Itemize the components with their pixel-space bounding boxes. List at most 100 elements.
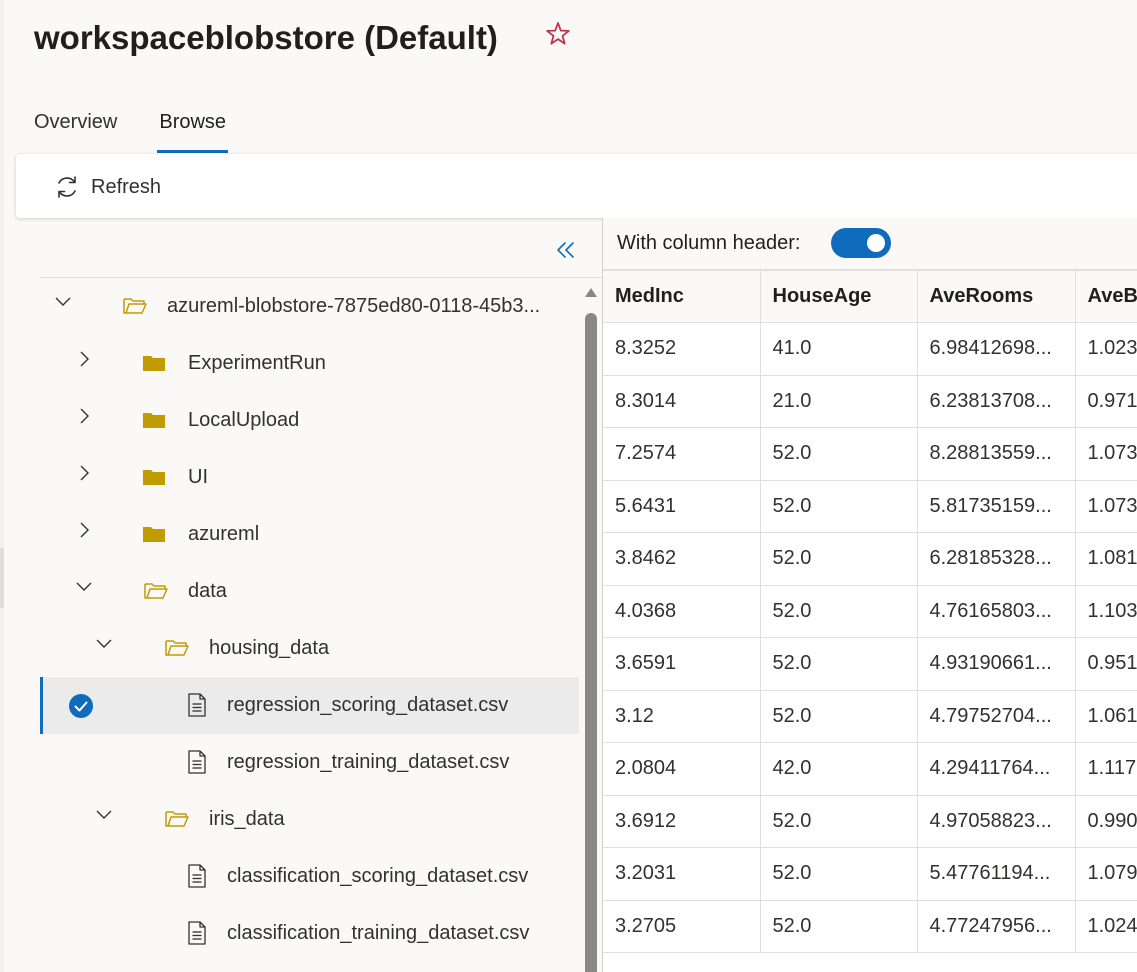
tree-item-housing-data[interactable]: housing_data	[40, 620, 579, 677]
table-row[interactable]: 7.2574 52.0 8.28813559... 1.073	[603, 427, 1137, 481]
tree-item-ui[interactable]: UI	[40, 449, 579, 506]
checkmark-circle-icon[interactable]	[68, 693, 94, 719]
table-cell: 0.990	[1074, 794, 1137, 848]
folder-open-icon	[165, 811, 189, 827]
tree-item-regression-scoring[interactable]: regression_scoring_dataset.csv	[40, 677, 579, 734]
table-cell: 5.6431	[603, 479, 761, 533]
tree-item-regression-training[interactable]: regression_training_dataset.csv	[40, 734, 579, 791]
table-row[interactable]: 8.3014 21.0 6.23813708... 0.971	[603, 374, 1137, 428]
file-icon	[188, 750, 206, 774]
table-row[interactable]: 2.0804 42.0 4.29411764... 1.117	[603, 742, 1137, 796]
folder-open-icon	[123, 298, 147, 314]
tab-bar: Overview Browse	[34, 106, 228, 154]
tree-item-label: UI	[188, 466, 208, 488]
table-cell: 8.28813559...	[916, 427, 1076, 481]
chevron-right-icon[interactable]	[74, 520, 94, 540]
file-icon	[188, 921, 206, 945]
column-header[interactable]: AveBedrms	[1074, 270, 1137, 323]
tree-item-root[interactable]: azureml-blobstore-7875ed80-0118-45b3...	[40, 278, 579, 335]
refresh-button[interactable]: Refresh	[54, 172, 161, 202]
table-cell: 1.061	[1074, 689, 1137, 743]
column-header[interactable]: AveRooms	[916, 270, 1076, 323]
table-row[interactable]: 5.6431 52.0 5.81735159... 1.073	[603, 479, 1137, 533]
tree-item-experimentrun[interactable]: ExperimentRun	[40, 335, 579, 392]
chevron-right-icon[interactable]	[74, 349, 94, 369]
folder-icon	[143, 527, 165, 542]
table-cell: 52.0	[759, 689, 918, 743]
scroll-up-arrow-icon[interactable]	[585, 288, 597, 297]
table-cell: 1.073	[1074, 427, 1137, 481]
table-cell: 5.47761194...	[916, 847, 1076, 901]
tree-item-classification-scoring[interactable]: classification_scoring_dataset.csv	[40, 848, 579, 905]
table-row[interactable]: 3.6591 52.0 4.93190661... 0.951	[603, 637, 1137, 691]
table-cell: 1.023	[1074, 322, 1137, 376]
collapse-pane-icon[interactable]	[554, 238, 578, 262]
scrollbar-thumb[interactable]	[585, 313, 597, 972]
chevron-down-icon[interactable]	[53, 292, 73, 312]
table-cell: 21.0	[759, 374, 918, 428]
table-cell: 1.079	[1074, 847, 1137, 901]
tree-item-classification-training[interactable]: classification_training_dataset.csv	[40, 905, 579, 962]
table-cell: 4.79752704...	[916, 689, 1076, 743]
table-cell: 52.0	[759, 584, 918, 638]
tree-item-localupload[interactable]: LocalUpload	[40, 392, 579, 449]
table-row[interactable]: 3.2031 52.0 5.47761194... 1.079	[603, 847, 1137, 901]
chevron-down-icon[interactable]	[94, 805, 114, 825]
folder-icon	[143, 413, 165, 428]
table-row[interactable]: 3.12 52.0 4.79752704... 1.061	[603, 689, 1137, 743]
chevron-right-icon[interactable]	[74, 463, 94, 483]
table-row[interactable]: 4.0368 52.0 4.76165803... 1.103	[603, 584, 1137, 638]
column-header-toggle-label: With column header:	[617, 232, 801, 254]
tree-item-label: azureml	[188, 523, 260, 545]
tree-scrollbar[interactable]	[583, 288, 599, 972]
table-row[interactable]: 3.6912 52.0 4.97058823... 0.990	[603, 794, 1137, 848]
tree-item-label: iris_data	[209, 808, 285, 830]
table-row[interactable]: 3.2705 52.0 4.77247956... 1.024	[603, 899, 1137, 953]
table-cell: 0.951	[1074, 637, 1137, 691]
table-row[interactable]: 3.8462 52.0 6.28185328... 1.081	[603, 532, 1137, 586]
folder-icon	[143, 356, 165, 371]
preview-options-bar: With column header:	[603, 218, 1137, 270]
favorite-star-icon[interactable]	[544, 20, 572, 48]
tree-item-iris-data[interactable]: iris_data	[40, 791, 579, 848]
tree-item-label: classification_training_dataset.csv	[227, 922, 530, 944]
tab-overview[interactable]: Overview	[34, 106, 117, 154]
table-cell: 3.6912	[603, 794, 761, 848]
table-cell: 4.29411764...	[916, 742, 1076, 796]
table-cell: 3.8462	[603, 532, 761, 586]
table-cell: 52.0	[759, 479, 918, 533]
file-icon	[188, 864, 206, 888]
toggle-knob	[867, 234, 885, 252]
table-cell: 4.93190661...	[916, 637, 1076, 691]
column-header[interactable]: HouseAge	[759, 270, 918, 323]
table-cell: 52.0	[759, 794, 918, 848]
table-row[interactable]: 8.3252 41.0 6.98412698... 1.023	[603, 322, 1137, 376]
table-cell: 52.0	[759, 532, 918, 586]
toolbar: Refresh	[16, 154, 1137, 218]
tree-item-label: data	[188, 580, 227, 602]
column-header-toggle[interactable]	[831, 228, 891, 258]
table-cell: 52.0	[759, 637, 918, 691]
tree-item-data[interactable]: data	[40, 563, 579, 620]
column-header[interactable]: MedInc	[603, 270, 761, 323]
tree-item-label: azureml-blobstore-7875ed80-0118-45b3...	[167, 295, 541, 317]
chevron-down-icon[interactable]	[74, 577, 94, 597]
tree-item-label: regression_scoring_dataset.csv	[227, 694, 509, 716]
table-cell: 0.971	[1074, 374, 1137, 428]
table-cell: 1.117	[1074, 742, 1137, 796]
tree-item-label: classification_scoring_dataset.csv	[227, 865, 529, 887]
table-cell: 4.0368	[603, 584, 761, 638]
table-cell: 41.0	[759, 322, 918, 376]
chevron-right-icon[interactable]	[74, 406, 94, 426]
tab-browse[interactable]: Browse	[157, 106, 228, 154]
chevron-down-icon[interactable]	[94, 634, 114, 654]
table-cell: 7.2574	[603, 427, 761, 481]
table-cell: 4.76165803...	[916, 584, 1076, 638]
table-cell: 52.0	[759, 847, 918, 901]
table-cell: 1.073	[1074, 479, 1137, 533]
table-cell: 1.024	[1074, 899, 1137, 953]
tree-item-azureml[interactable]: azureml	[40, 506, 579, 563]
table-cell: 52.0	[759, 899, 918, 953]
tree-item-label: ExperimentRun	[188, 352, 326, 374]
table-header-row: MedInc HouseAge AveRooms AveBedrms	[603, 270, 1137, 323]
